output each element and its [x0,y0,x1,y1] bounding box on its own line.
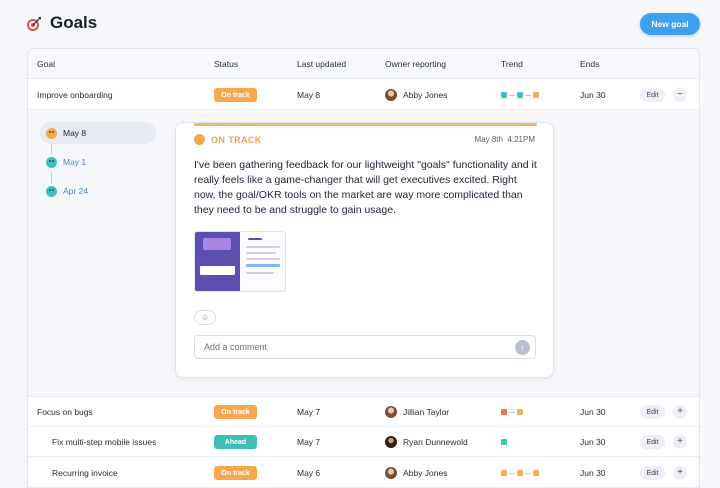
table-row[interactable]: Recurring invoice On track May 6 Abby Jo… [28,458,699,488]
trend-indicator [501,458,539,488]
column-header-ends[interactable]: Ends [580,59,599,69]
edit-button[interactable]: Edit [640,405,665,419]
trend-point [517,409,523,415]
column-header-goal[interactable]: Goal [37,59,55,69]
table-row[interactable]: Focus on bugs On track May 7 Jillian Tay… [28,397,699,427]
edit-button[interactable]: Edit [640,466,665,480]
owner: Ryan Dunnewold [385,427,468,457]
owner: Abby Jones [385,80,447,110]
comment-input[interactable]: Add a comment ↑ [194,335,536,359]
column-header-trend[interactable]: Trend [501,59,523,69]
on-track-face-icon [46,127,57,139]
collapse-button[interactable]: − [673,88,687,102]
send-comment-button[interactable]: ↑ [515,340,530,355]
status-badge: Ahead [214,435,257,449]
trend-point [517,470,523,476]
status-badge: On track [214,88,257,102]
timeline-item[interactable]: May 1 [40,151,86,173]
trend-point [501,470,507,476]
status-badge: On track [214,466,257,480]
trend-indicator [501,427,507,457]
trend-point [517,92,523,98]
ahead-face-icon [46,185,57,197]
timeline-item[interactable]: May 8 [40,122,156,144]
timeline-date: May 1 [63,157,87,167]
target-logo-icon [27,17,41,31]
owner: Abby Jones [385,458,447,488]
expand-button[interactable]: + [673,405,687,419]
goal-name[interactable]: Focus on bugs [37,397,93,427]
smiley-plus-icon: ☺ [200,313,210,322]
goal-name[interactable]: Improve onboarding [37,80,113,110]
end-date: Jun 30 [580,468,606,478]
table-row[interactable]: Improve onboarding On track May 8 Abby J… [28,80,699,110]
trend-point [501,92,507,98]
page-title: Goals [50,13,98,32]
edit-button[interactable]: Edit [640,88,665,102]
comment-placeholder: Add a comment [204,342,268,352]
update-timestamp: May 8th 4:21PM [474,135,536,144]
add-reaction-button[interactable]: ☺ [194,310,216,325]
goal-updates-panel: May 8 May 1 Apr 24 ON TRACK May 8th 4:21… [28,110,699,397]
goal-name[interactable]: Fix multi-step mobile issues [52,427,156,457]
timeline-date: May 8 [63,128,87,138]
new-goal-button[interactable]: New goal [640,13,700,35]
arrow-up-icon: ↑ [520,342,525,353]
on-track-face-icon [194,134,205,145]
update-card: ON TRACK May 8th 4:21PM I've been gather… [175,122,554,378]
trend-point [533,470,539,476]
column-header-status[interactable]: Status [214,59,238,69]
timeline-date: Apr 24 [63,186,89,196]
end-date: Jun 30 [580,90,606,100]
last-updated: May 7 [297,407,321,417]
status-accent-bar [194,123,537,126]
avatar [385,436,397,448]
avatar [385,467,397,479]
avatar [385,406,397,418]
trend-indicator [501,397,523,427]
last-updated: May 7 [297,437,321,447]
column-header-last-updated[interactable]: Last updated [297,59,346,69]
owner: Jillian Taylor [385,397,449,427]
trend-point [501,439,507,445]
goal-name[interactable]: Recurring invoice [52,458,118,488]
owner-name: Abby Jones [403,468,448,478]
last-updated: May 6 [297,468,321,478]
update-status: ON TRACK [211,135,262,145]
owner-name: Jillian Taylor [403,407,450,417]
expand-button[interactable]: + [673,435,687,449]
trend-point [501,409,507,415]
edit-button[interactable]: Edit [640,435,665,449]
update-body: I've been gathering feedback for our lig… [194,159,537,216]
avatar [385,89,397,101]
attachment-thumbnail[interactable] [194,231,286,292]
table-header: Goal Status Last updated Owner reporting… [28,49,699,79]
goals-table: Goal Status Last updated Owner reporting… [27,48,700,488]
table-row[interactable]: Fix multi-step mobile issues Ahead May 7… [28,427,699,457]
owner-name: Abby Jones [403,90,448,100]
column-header-owner[interactable]: Owner reporting [385,59,446,69]
ahead-face-icon [46,156,57,168]
owner-name: Ryan Dunnewold [403,437,468,447]
expand-button[interactable]: + [673,466,687,480]
timeline-item[interactable]: Apr 24 [40,180,88,202]
last-updated: May 8 [297,90,321,100]
trend-point [533,92,539,98]
page-header: Goals New goal [0,0,720,48]
end-date: Jun 30 [580,437,606,447]
end-date: Jun 30 [580,407,606,417]
trend-indicator [501,80,539,110]
status-badge: On track [214,405,257,419]
